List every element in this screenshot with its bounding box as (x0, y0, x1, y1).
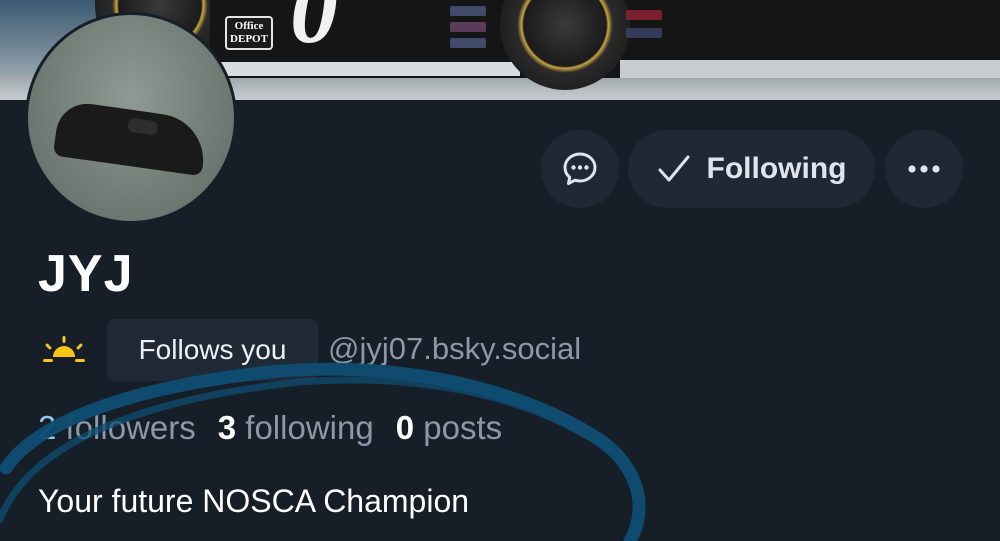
banner-decal (626, 10, 662, 20)
follows-you-badge: Follows you (107, 319, 318, 381)
following-button[interactable]: Following (628, 130, 875, 208)
banner-decal (450, 22, 486, 32)
following-count: 3 (217, 409, 237, 446)
banner-car-skirt (620, 60, 1000, 78)
followers-link[interactable]: 2 followers (38, 409, 196, 446)
banner-decal (450, 38, 486, 48)
profile-page: Office DEPOT 0 Following JYJ Follows you… (0, 0, 1000, 541)
banner-car-number-art: 0 (290, 0, 338, 63)
following-link[interactable]: 3 following (218, 409, 374, 446)
posts-count: 0 (395, 409, 415, 446)
message-button[interactable] (541, 130, 619, 208)
profile-stats: 2 followers 3 following 0 posts (38, 406, 502, 450)
avatar[interactable] (25, 12, 237, 224)
more-options-button[interactable] (885, 130, 963, 208)
banner-decal (450, 6, 486, 16)
banner-decal (626, 28, 662, 38)
avatar-car-image (52, 99, 210, 177)
posts-stat: 0 posts (396, 409, 502, 446)
following-button-label: Following (706, 152, 847, 185)
check-icon (658, 155, 690, 182)
chat-bubble-icon (563, 152, 597, 185)
followers-label: followers (65, 409, 196, 446)
posts-label: posts (423, 409, 503, 446)
sunrise-icon (43, 336, 85, 362)
followers-count: 2 (38, 409, 57, 446)
following-label: following (245, 409, 374, 446)
banner-sponsor-logo: Office DEPOT (225, 16, 273, 50)
profile-handle[interactable]: @jyj07.bsky.social (328, 329, 581, 369)
profile-bio: Your future NOSCA Champion (38, 483, 470, 519)
banner-car-skirt (220, 62, 520, 76)
display-name: JYJ (38, 245, 134, 303)
more-dots-icon (908, 165, 940, 173)
